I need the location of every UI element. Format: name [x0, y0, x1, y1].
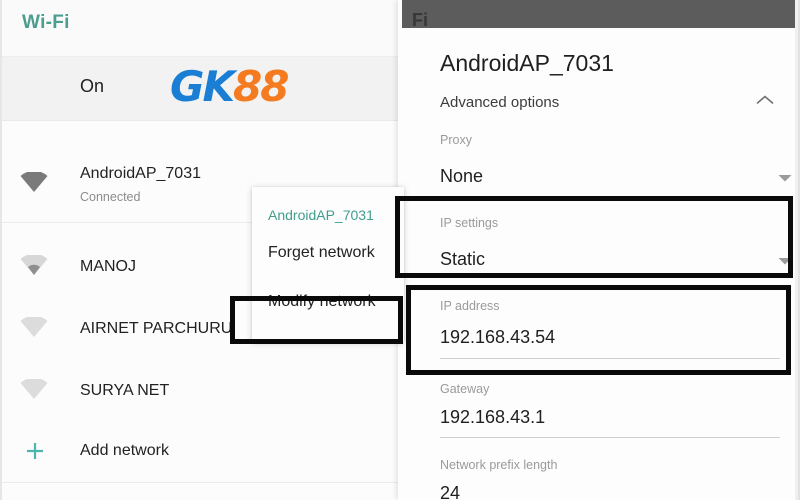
- context-menu-title: AndroidAP_7031: [268, 207, 374, 223]
- logo-text-gk: GK: [170, 62, 235, 111]
- field-label-gateway: Gateway: [440, 382, 490, 396]
- screenshot-root: Wi-Fi On GK88 AndroidAP_7031 Connected M…: [0, 0, 800, 500]
- input-underline-ip-address: [440, 358, 780, 359]
- network-ssid: AndroidAP_7031: [80, 165, 201, 182]
- menu-item-forget-network[interactable]: Forget network: [268, 244, 375, 262]
- dialog-title: AndroidAP_7031: [440, 50, 614, 76]
- wifi-signal-empty-icon: [20, 317, 48, 337]
- modify-network-dialog: Fi AndroidAP_7031 Advanced options Proxy…: [398, 0, 800, 500]
- wifi-toggle-state-label: On: [80, 76, 105, 96]
- field-label-proxy: Proxy: [440, 133, 472, 147]
- dialog-topbar-text: Fi: [412, 10, 428, 28]
- gk88-watermark-logo: GK88: [170, 66, 290, 108]
- field-value-ip-address[interactable]: 192.168.43.54: [440, 327, 555, 348]
- field-value-network-prefix-length[interactable]: 24: [440, 483, 460, 500]
- list-item[interactable]: SURYA NET: [2, 362, 400, 424]
- network-context-menu: AndroidAP_7031 Forget network Modify net…: [252, 187, 404, 342]
- field-label-ip-address: IP address: [440, 299, 500, 313]
- menu-item-modify-network[interactable]: Modify network: [268, 293, 376, 311]
- network-ssid: AIRNET PARCHURU: [80, 320, 233, 337]
- network-ssid: SURYA NET: [80, 382, 170, 399]
- add-network-row[interactable]: Add network: [2, 424, 400, 480]
- input-underline-gateway: [440, 437, 780, 438]
- wifi-signal-weak-icon: [20, 255, 48, 275]
- wifi-panel-header: Wi-Fi: [2, 0, 400, 57]
- field-value-gateway[interactable]: 192.168.43.1: [440, 407, 545, 428]
- network-status: Connected: [80, 190, 141, 204]
- wifi-signal-full-icon: [20, 172, 48, 192]
- chevron-down-icon-proxy[interactable]: [778, 174, 792, 183]
- advanced-options-label[interactable]: Advanced options: [440, 94, 559, 111]
- field-value-proxy[interactable]: None: [440, 166, 483, 187]
- panel-right-edge: [795, 0, 798, 500]
- field-label-ip-settings: IP settings: [440, 216, 499, 230]
- network-ssid: MANOJ: [80, 258, 136, 275]
- chevron-down-icon-ip-settings[interactable]: [778, 257, 792, 266]
- add-network-label: Add network: [80, 442, 169, 459]
- field-value-ip-settings[interactable]: Static: [440, 249, 485, 270]
- dialog-topbar: Fi: [402, 0, 796, 28]
- divider: [2, 482, 400, 483]
- logo-text-88: 88: [233, 62, 289, 111]
- wifi-signal-empty-icon: [20, 379, 48, 399]
- page-title: Wi-Fi: [22, 12, 70, 33]
- chevron-up-icon[interactable]: [756, 94, 774, 106]
- field-label-network-prefix-length: Network prefix length: [440, 458, 558, 472]
- plus-icon: [27, 443, 43, 459]
